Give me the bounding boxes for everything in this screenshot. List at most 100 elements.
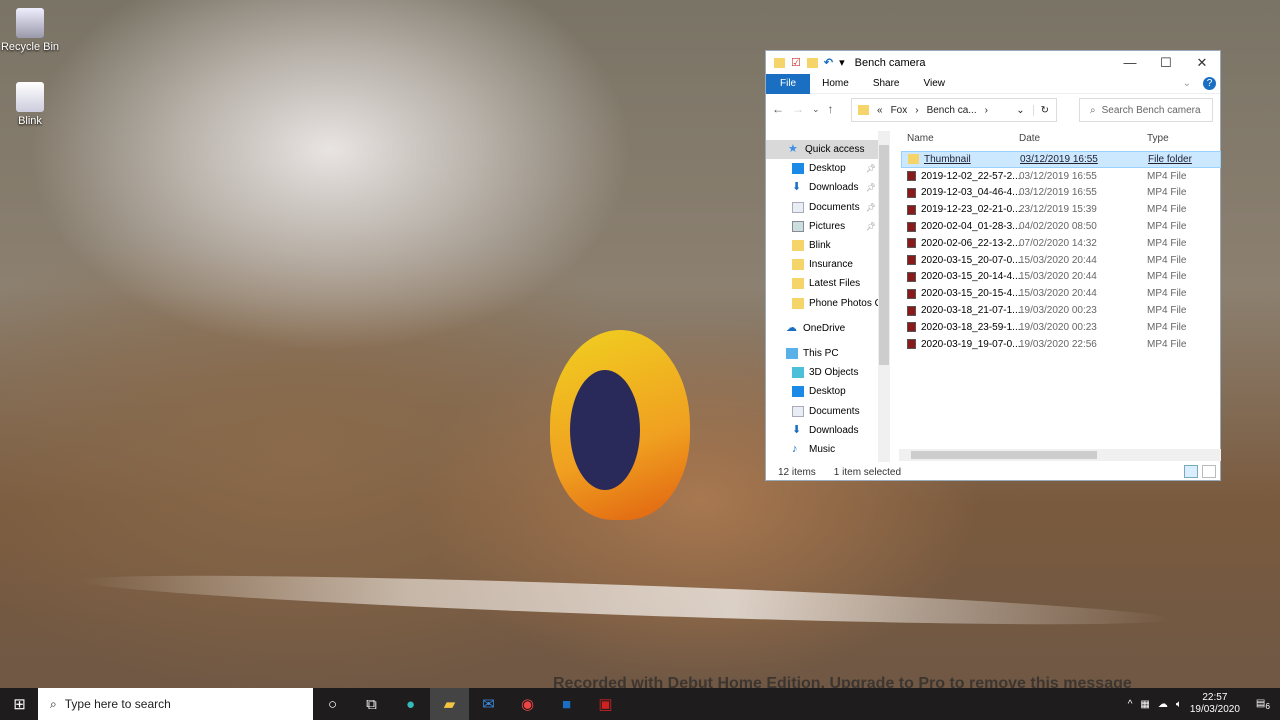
large-icons-view-icon[interactable] (1202, 465, 1216, 478)
desktop-icon-recycle-bin[interactable]: Recycle Bin (0, 8, 60, 53)
nav-item-label: Pictures (809, 220, 846, 232)
file-type: MP4 File (1147, 338, 1187, 350)
nav-item[interactable]: ⬇ Downloads 📌︎ (766, 178, 878, 197)
desktop-icon-blink[interactable]: Blink (0, 82, 60, 127)
nav-item[interactable]: Phone Photos O (766, 294, 878, 313)
column-header-name[interactable]: Name (901, 133, 1019, 144)
mail-icon[interactable]: ✉ (469, 688, 508, 720)
undo-icon[interactable]: ↶ (824, 56, 833, 69)
file-row[interactable]: 2020-03-15_20-14-4... 15/03/2020 20:44 MP4… (901, 269, 1221, 286)
show-hidden-icons[interactable]: ^ (1128, 699, 1133, 710)
nav-item-label: Desktop (809, 163, 846, 175)
nav-item[interactable]: ⬇ Downloads (766, 421, 878, 440)
tab-home[interactable]: Home (810, 78, 861, 89)
back-icon[interactable]: ← (772, 102, 784, 116)
nav-scrollbar[interactable] (878, 131, 890, 462)
nav-item[interactable]: Documents (766, 401, 878, 420)
file-row[interactable]: Thumbnail 03/12/2019 16:55 File folder (901, 151, 1221, 168)
system-tray: ^ ▦ ☁ 🔈︎ 22:57 19/03/2020 ▤6 (1128, 688, 1280, 720)
file-row[interactable]: 2020-02-06_22-13-2... 07/02/2020 14:32 MP4… (901, 235, 1221, 252)
start-button[interactable]: ⊞ (0, 688, 39, 720)
breadcrumb-item[interactable]: Bench ca... (927, 105, 977, 116)
pin-icon[interactable]: 📌︎ (866, 222, 878, 231)
address-dropdown-icon[interactable]: ⌄ (1016, 105, 1024, 116)
network-icon[interactable]: ▦ (1140, 699, 1149, 710)
search-input[interactable]: ⌕ Search Bench camera (1079, 98, 1213, 122)
nav-item[interactable]: ★ Quick access (766, 140, 878, 160)
task-view-button[interactable]: ⧉ (352, 688, 391, 720)
debut-recorder-icon[interactable]: ▣ (586, 688, 625, 720)
outlook-icon[interactable]: ■ (547, 688, 586, 720)
expand-ribbon-icon[interactable]: ⌄ (1171, 78, 1203, 89)
pin-icon[interactable]: 📌︎ (866, 164, 878, 173)
file-type: File folder (1148, 153, 1192, 165)
chevron-right-icon[interactable]: › (985, 105, 988, 116)
tab-share[interactable]: Share (861, 78, 912, 89)
nav-item-label: Documents (809, 405, 860, 417)
details-view-icon[interactable] (1184, 465, 1198, 478)
tab-file[interactable]: File (766, 73, 811, 94)
volume-icon[interactable]: 🔈︎ (1176, 699, 1182, 710)
nav-item[interactable]: Pictures 📌︎ (766, 217, 878, 236)
file-date: 04/02/2020 08:50 (1019, 221, 1097, 233)
nav-item[interactable]: Desktop (766, 382, 878, 401)
file-row[interactable]: 2020-03-18_21-07-1... 19/03/2020 00:23 MP4… (901, 302, 1221, 319)
forward-icon[interactable]: → (792, 102, 804, 116)
desktop-icon-label: Blink (18, 115, 42, 127)
video-file-icon (907, 204, 916, 215)
taskbar-search[interactable]: ⌕ Type here to search (38, 688, 313, 720)
nav-item[interactable]: Blink (766, 236, 878, 255)
nav-item[interactable]: ☁ OneDrive (766, 319, 878, 338)
file-type: MP4 File (1147, 204, 1187, 216)
pin-icon[interactable]: 📌︎ (866, 183, 878, 192)
nav-item[interactable]: Documents 📌︎ (766, 198, 878, 217)
file-date: 19/03/2020 00:23 (1019, 305, 1097, 317)
new-folder-icon[interactable] (806, 57, 818, 68)
horizontal-scrollbar[interactable] (899, 449, 1221, 461)
file-row[interactable]: 2020-02-04_01-28-3... 04/02/2020 08:50 MP4… (901, 218, 1221, 235)
address-bar[interactable]: « Fox › Bench ca... › ⌄ ↻ (851, 98, 1057, 122)
help-icon[interactable]: ? (1203, 77, 1216, 90)
clock[interactable]: 22:57 19/03/2020 (1190, 692, 1240, 716)
onedrive-icon[interactable]: ☁ (1158, 699, 1168, 710)
nav-item[interactable]: Insurance (766, 255, 878, 274)
nav-item-label: Quick access (805, 144, 865, 156)
pin-icon[interactable]: 📌︎ (866, 203, 878, 212)
file-row[interactable]: 2019-12-03_04-46-4... 03/12/2019 16:55 MP4… (901, 185, 1221, 202)
column-header-type[interactable]: Type (1147, 133, 1169, 144)
nav-item[interactable]: This PC (766, 344, 878, 363)
file-row[interactable]: 2020-03-19_19-07-0... 19/03/2020 22:56 MP4… (901, 336, 1221, 353)
file-row[interactable]: 2019-12-02_22-57-2... 03/12/2019 16:55 MP4… (901, 168, 1221, 185)
nav-item[interactable]: Desktop 📌︎ (766, 159, 878, 178)
breadcrumb-item[interactable]: Fox (891, 105, 908, 116)
customize-qat-icon[interactable]: ▾ (839, 56, 845, 69)
folder-icon (792, 297, 804, 309)
column-header-date[interactable]: Date (1019, 133, 1147, 144)
file-explorer-taskbar-icon[interactable]: ▰ (430, 688, 469, 720)
close-button[interactable]: ✕ (1184, 51, 1220, 74)
cortana-button[interactable]: ○ (313, 688, 352, 720)
refresh-icon[interactable]: ↻ (1032, 104, 1056, 116)
chevron-right-icon[interactable]: › (915, 105, 918, 116)
maximize-button[interactable]: ☐ (1148, 51, 1184, 74)
up-icon[interactable]: ↑ (828, 102, 834, 116)
file-date: 19/03/2020 22:56 (1019, 338, 1097, 350)
breadcrumb-overflow[interactable]: « (877, 105, 883, 116)
selection-count: 1 item selected (833, 467, 902, 478)
file-type: MP4 File (1147, 271, 1187, 283)
file-row[interactable]: 2020-03-18_23-59-1... 19/03/2020 00:23 MP4… (901, 319, 1221, 336)
notifications-icon[interactable]: ▤6 (1256, 698, 1270, 711)
file-row[interactable]: 2020-03-15_20-15-4... 15/03/2020 20:44 MP4… (901, 285, 1221, 302)
nav-item[interactable]: 3D Objects (766, 363, 878, 382)
edge-icon[interactable]: ● (391, 688, 430, 720)
file-explorer-window: ☑ ↶ ▾ Bench camera — ☐ ✕ File Home Share… (765, 50, 1221, 481)
nav-item[interactable]: Latest Files (766, 274, 878, 293)
tab-view[interactable]: View (912, 78, 958, 89)
properties-icon[interactable]: ☑ (791, 56, 801, 69)
minimize-button[interactable]: — (1112, 51, 1148, 74)
recent-locations-icon[interactable]: ⌄ (812, 104, 820, 115)
file-row[interactable]: 2020-03-15_20-07-0... 15/03/2020 20:44 MP4… (901, 252, 1221, 269)
file-row[interactable]: 2019-12-23_02-21-0... 23/12/2019 15:39 MP4… (901, 201, 1221, 218)
nav-item[interactable]: ♪ Music (766, 440, 878, 459)
chrome-icon[interactable]: ◉ (508, 688, 547, 720)
